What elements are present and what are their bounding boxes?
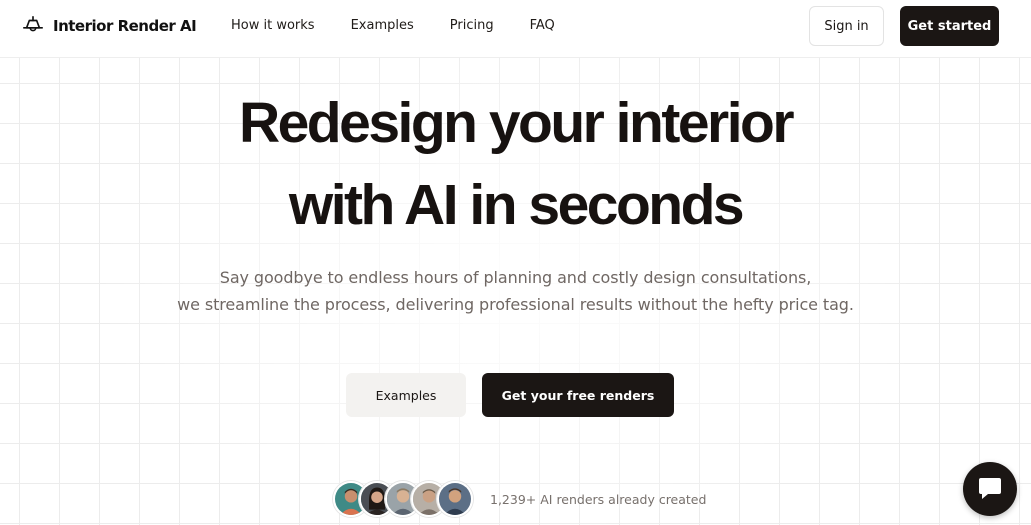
brand-name: Interior Render AI (53, 17, 197, 35)
get-started-button[interactable]: Get started (900, 6, 999, 46)
hero-subtitle: Say goodbye to endless hours of planning… (0, 264, 1031, 318)
examples-button[interactable]: Examples (346, 373, 466, 417)
avatar (437, 481, 473, 517)
nav-examples[interactable]: Examples (351, 18, 414, 33)
avatar-group (333, 481, 473, 517)
hero-title-line-2: with AI in seconds (288, 173, 745, 237)
nav-how-it-works[interactable]: How it works (231, 18, 315, 33)
hero-subtitle-line-1: Say goodbye to endless hours of planning… (219, 268, 812, 287)
chat-button[interactable] (963, 462, 1017, 516)
hero-subtitle-line-2: we streamline the process, delivering pr… (177, 295, 854, 314)
hero-title: Redesign your interior with AI in second… (0, 82, 1031, 246)
nav-faq[interactable]: FAQ (530, 18, 555, 33)
free-renders-button[interactable]: Get your free renders (482, 373, 674, 417)
lamp-icon (23, 16, 43, 32)
nav-pricing[interactable]: Pricing (450, 18, 494, 33)
sign-in-button[interactable]: Sign in (809, 6, 884, 46)
chat-bubble-icon (979, 478, 1001, 499)
hero-title-line-1: Redesign your interior (238, 91, 795, 155)
main-nav: How it works Examples Pricing FAQ (231, 18, 555, 33)
brand-logo[interactable]: Interior Render AI (22, 15, 197, 37)
social-proof: 1,239+ AI renders already created (333, 481, 706, 517)
top-navbar: Interior Render AI How it works Examples… (0, 0, 1031, 58)
renders-count-text: 1,239+ AI renders already created (490, 491, 707, 507)
